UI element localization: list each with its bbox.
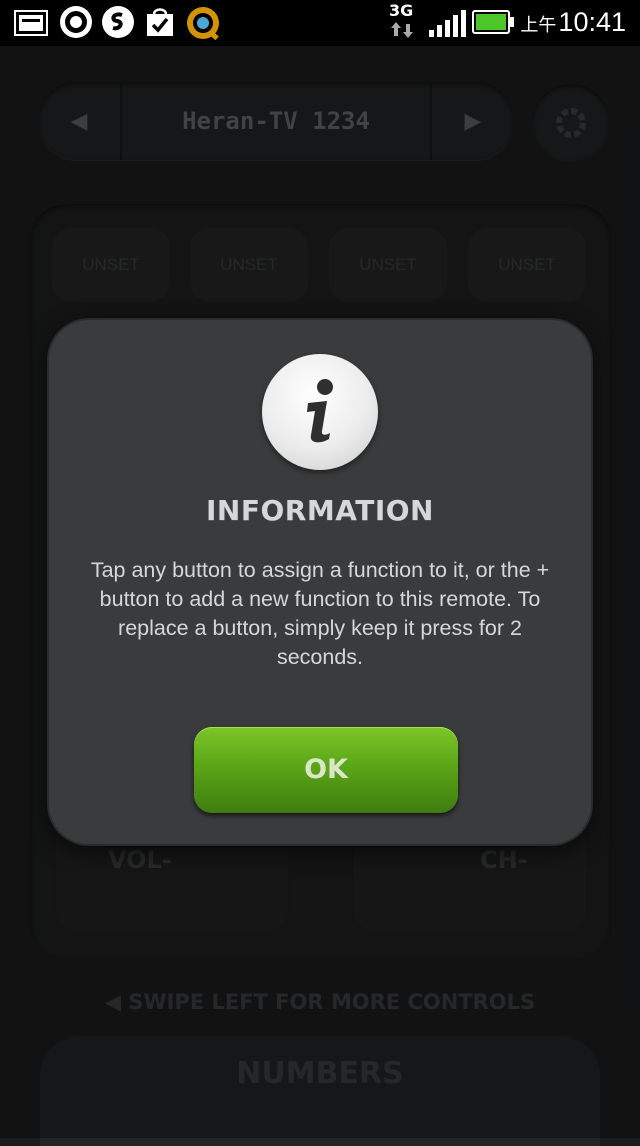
status-bar: 3G 上午10:41 — [0, 0, 640, 46]
dialog-title: INFORMATION — [206, 494, 434, 527]
info-icon — [262, 354, 378, 470]
dialog-message: Tap any button to assign a function to i… — [90, 558, 550, 669]
q-app-icon — [187, 7, 219, 41]
information-dialog: INFORMATION Tap any button to assign a f… — [49, 320, 591, 844]
clock-ampm: 上午 — [520, 15, 557, 35]
battery-icon — [472, 10, 514, 34]
clock: 上午10:41 — [520, 7, 626, 38]
steam-icon — [60, 6, 92, 38]
shopping-bag-icon — [147, 8, 173, 36]
data-arrows-icon — [391, 22, 413, 38]
signal-icon — [429, 10, 466, 37]
gallery-icon — [14, 10, 48, 36]
ok-button[interactable]: OK — [194, 727, 458, 813]
shazam-icon — [102, 6, 134, 38]
network-type-3g: 3G — [389, 1, 414, 20]
clock-time: 10:41 — [558, 7, 626, 37]
